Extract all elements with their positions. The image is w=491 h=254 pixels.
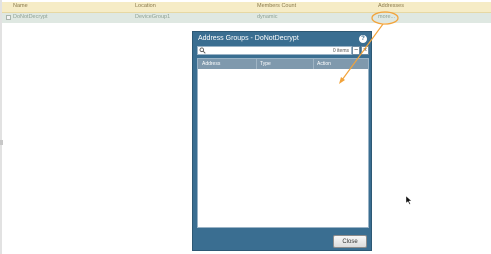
help-icon[interactable]: ? xyxy=(359,35,367,43)
close-button-label: Close xyxy=(342,238,358,245)
grid-header: Name Location Members Count Addresses xyxy=(2,2,491,13)
left-border xyxy=(0,0,2,254)
address-groups-dialog: Address Groups - DoNotDecrypt ? 0 items … xyxy=(192,31,372,251)
column-divider xyxy=(313,59,314,69)
minus-icon: − xyxy=(353,47,359,54)
close-icon: × xyxy=(362,47,368,54)
dialog-toolbar: 0 items − × xyxy=(197,46,369,55)
row-location: DeviceGroup1 xyxy=(135,14,171,20)
row-checkbox[interactable] xyxy=(6,15,11,20)
address-grid-header: Address Type Action xyxy=(198,59,368,69)
table-row[interactable]: DoNotDecrypt DeviceGroup1 dynamic more..… xyxy=(2,13,491,23)
collapse-button[interactable]: − xyxy=(352,46,360,55)
row-name[interactable]: DoNotDecrypt xyxy=(13,14,48,20)
address-grid: Address Type Action xyxy=(197,58,369,228)
mouse-pointer-icon xyxy=(406,196,412,205)
column-type[interactable]: Type xyxy=(260,61,271,67)
column-divider xyxy=(256,59,257,69)
row-addresses-link[interactable]: more... xyxy=(378,14,395,20)
close-button[interactable]: Close xyxy=(333,235,367,248)
column-addresses[interactable]: Addresses xyxy=(378,3,404,9)
dialog-title: Address Groups - DoNotDecrypt xyxy=(198,35,299,42)
column-action[interactable]: Action xyxy=(317,61,331,67)
clear-filter-button[interactable]: × xyxy=(361,46,369,55)
search-icon xyxy=(199,47,206,54)
items-count: 0 items xyxy=(332,48,349,54)
row-members-count: dynamic xyxy=(257,14,278,20)
column-address[interactable]: Address xyxy=(202,61,220,67)
left-scroll-marker xyxy=(0,140,3,145)
column-name[interactable]: Name xyxy=(13,3,28,9)
column-location[interactable]: Location xyxy=(135,3,156,9)
search-field[interactable]: 0 items xyxy=(197,46,352,55)
column-members-count[interactable]: Members Count xyxy=(257,3,296,9)
